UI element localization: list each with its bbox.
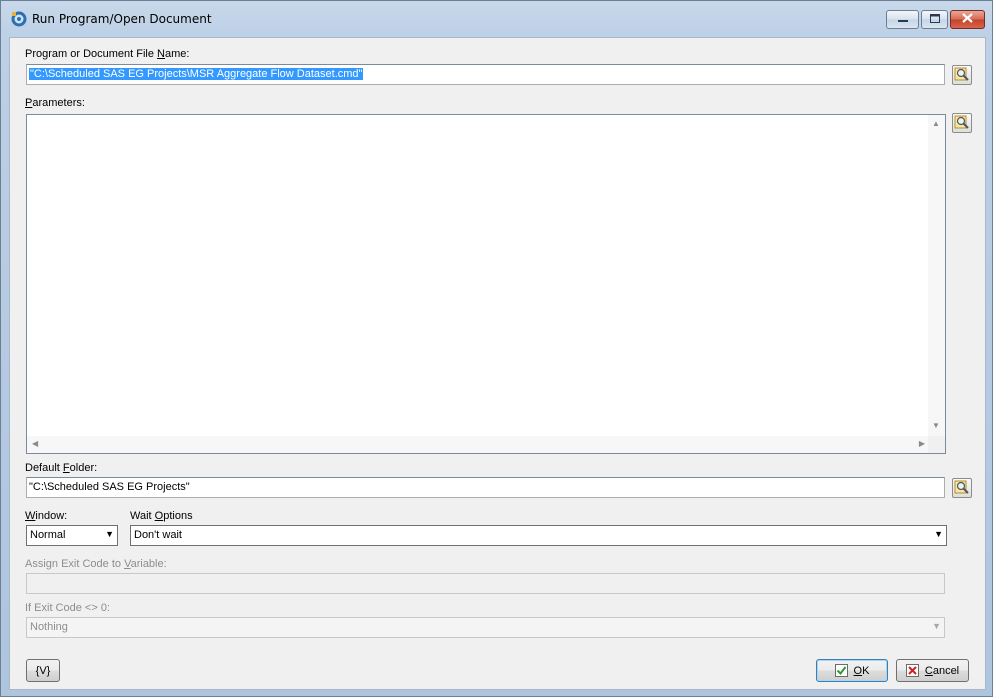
folder-browse-button[interactable] (952, 478, 972, 498)
scroll-up-icon[interactable]: ▲ (932, 120, 940, 128)
scroll-left-icon[interactable]: ◀ (32, 440, 38, 448)
dialog-body: Program or Document File Name: "C:\Sched… (9, 37, 986, 690)
ok-button[interactable]: OK (816, 659, 888, 682)
scroll-right-icon[interactable]: ▶ (919, 440, 925, 448)
wait-options-value: Don't wait (134, 529, 182, 541)
browse-icon (954, 114, 970, 133)
scroll-down-icon[interactable]: ▼ (932, 422, 940, 430)
window-title: Run Program/Open Document (32, 12, 212, 26)
exit-variable-input (26, 573, 945, 594)
wait-options-label: Wait Options (130, 510, 193, 522)
parameters-label: Parameters: (25, 97, 85, 109)
minimize-icon (897, 14, 908, 26)
close-icon (962, 13, 973, 26)
cancel-button[interactable]: Cancel (896, 659, 969, 682)
exit-code-value: Nothing (30, 621, 68, 633)
window-mode-select[interactable]: Normal ▼ (26, 525, 118, 546)
checkmark-icon (834, 664, 848, 677)
wait-options-select[interactable]: Don't wait ▼ (130, 525, 947, 546)
ok-label: OK (853, 664, 870, 677)
window-mode-value: Normal (30, 529, 66, 541)
window-mode-label: Window: (25, 510, 68, 522)
cancel-x-icon (905, 664, 919, 677)
parameters-horizontal-scrollbar[interactable]: ◀ ▶ (27, 436, 930, 453)
program-file-label: Program or Document File Name: (25, 48, 190, 60)
chevron-down-icon: ▼ (105, 529, 114, 539)
parameters-textarea[interactable]: ▲ ▼ ◀ ▶ (26, 114, 946, 454)
chevron-down-icon: ▼ (934, 529, 943, 539)
exit-code-select: Nothing ▼ (26, 617, 945, 638)
title-bar[interactable]: Run Program/Open Document (1, 1, 992, 37)
exit-code-label: If Exit Code <> 0: (25, 602, 110, 614)
insert-variable-button[interactable]: {V} (26, 659, 60, 682)
restore-button[interactable] (921, 10, 948, 29)
minimize-button[interactable] (886, 10, 919, 29)
program-file-value: "C:\Scheduled SAS EG Projects\MSR Aggreg… (29, 68, 364, 80)
default-folder-input[interactable]: "C:\Scheduled SAS EG Projects" (26, 477, 945, 498)
chevron-down-icon: ▼ (932, 621, 941, 631)
program-file-input[interactable]: "C:\Scheduled SAS EG Projects\MSR Aggreg… (26, 64, 945, 85)
browse-icon (954, 479, 970, 498)
run-program-icon (10, 10, 28, 28)
close-button[interactable] (950, 10, 985, 29)
browse-icon (954, 66, 970, 85)
default-folder-label: Default Folder: (25, 462, 98, 474)
parameters-vertical-scrollbar[interactable]: ▲ ▼ (928, 115, 945, 436)
exit-variable-label: Assign Exit Code to Variable: (25, 558, 167, 570)
insert-variable-label: {V} (35, 664, 51, 677)
run-program-dialog: Run Program/Open Document Program or Doc… (0, 0, 993, 697)
program-browse-button[interactable] (952, 65, 972, 85)
parameters-browse-button[interactable] (952, 113, 972, 133)
maximize-icon (929, 13, 940, 26)
cancel-label: Cancel (924, 664, 960, 677)
scrollbar-corner (928, 436, 945, 453)
